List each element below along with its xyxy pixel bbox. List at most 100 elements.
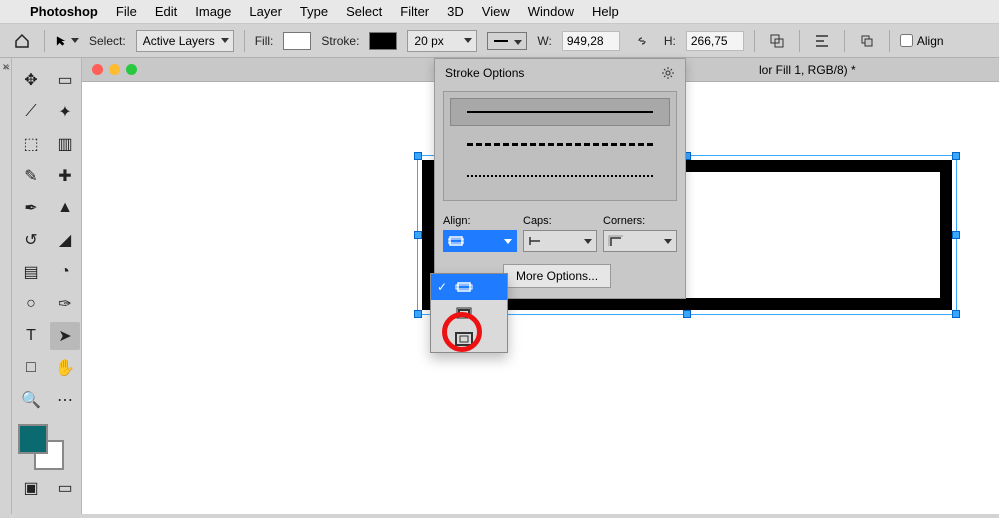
path-arrangement-button[interactable]: [855, 29, 879, 53]
path-operations-button[interactable]: [765, 29, 789, 53]
pen-tool[interactable]: ✑: [50, 290, 80, 318]
edit-toolbar[interactable]: ⋯: [50, 386, 80, 414]
caps-label: Caps:: [523, 215, 597, 227]
more-options-button[interactable]: More Options...: [503, 264, 611, 288]
stroke-align-dropdown[interactable]: [443, 230, 517, 252]
handle-top-right[interactable]: [952, 152, 960, 160]
stroke-caps-dropdown[interactable]: [523, 230, 597, 252]
eyedropper-tool[interactable]: ✎: [16, 162, 46, 190]
stroke-options-panel: Stroke Options Align: Caps:: [434, 58, 686, 299]
move-tool[interactable]: ✥: [16, 66, 46, 94]
history-brush-tool[interactable]: ↺: [16, 226, 46, 254]
link-wh-button[interactable]: [630, 29, 654, 53]
cursor-icon: [55, 34, 68, 48]
path-alignment-button[interactable]: [810, 29, 834, 53]
menu-type[interactable]: Type: [300, 4, 328, 19]
window-close-button[interactable]: [92, 64, 103, 75]
healing-brush-tool[interactable]: ✚: [50, 162, 80, 190]
select-label: Select:: [89, 34, 126, 48]
gear-icon: [661, 66, 675, 80]
handle-mid-right[interactable]: [952, 231, 960, 239]
stroke-style-dashed[interactable]: [450, 130, 670, 158]
window-zoom-button[interactable]: [126, 64, 137, 75]
menu-edit[interactable]: Edit: [155, 4, 177, 19]
fill-swatch[interactable]: [283, 32, 311, 50]
handle-bottom-right[interactable]: [952, 310, 960, 318]
foreground-swatch[interactable]: [18, 424, 48, 454]
eraser-tool[interactable]: ◢: [50, 226, 80, 254]
document-title: lor Fill 1, RGB/8) *: [759, 63, 856, 77]
panel-titlebar: Stroke Options: [435, 59, 685, 87]
clone-stamp-tool[interactable]: ▲: [50, 194, 80, 222]
chevron-down-icon: [664, 239, 672, 244]
select-mode-value: Active Layers: [143, 34, 215, 48]
panel-collapse-button[interactable]: ‹‹: [3, 62, 10, 73]
panel-title: Stroke Options: [445, 66, 524, 80]
separator: [244, 30, 245, 52]
chevron-down-icon: [71, 38, 79, 43]
app-name[interactable]: Photoshop: [30, 4, 98, 19]
align-icon: [814, 33, 830, 49]
cap-butt-icon: [528, 235, 544, 247]
select-mode-dropdown[interactable]: Active Layers: [136, 30, 234, 52]
menu-select[interactable]: Select: [346, 4, 382, 19]
hand-tool[interactable]: ✋: [50, 354, 80, 382]
status-bar: [0, 514, 999, 518]
stroke-label: Stroke:: [321, 34, 359, 48]
magic-wand-tool[interactable]: ✦: [50, 98, 80, 126]
align-option-center[interactable]: ✓: [431, 274, 507, 300]
fill-label: Fill:: [255, 34, 274, 48]
menu-help[interactable]: Help: [592, 4, 619, 19]
quick-mask-button[interactable]: ▣: [16, 474, 46, 502]
separator: [754, 30, 755, 52]
tool-preset-picker[interactable]: [55, 29, 79, 53]
height-input[interactable]: [686, 31, 744, 51]
rectangle-tool[interactable]: □: [16, 354, 46, 382]
menu-view[interactable]: View: [482, 4, 510, 19]
stroke-style-list: [443, 91, 677, 201]
panel-menu-button[interactable]: [661, 66, 675, 80]
stroke-style-dropdown[interactable]: [487, 32, 527, 50]
align-edges-label: Align: [917, 34, 944, 48]
solid-line-icon: [467, 111, 652, 113]
screen-mode-button[interactable]: ▭: [50, 474, 80, 502]
align-edges-checkbox[interactable]: [900, 34, 913, 47]
stroke-width-dropdown[interactable]: 20 px: [407, 30, 477, 52]
handle-bottom-left[interactable]: [414, 310, 422, 318]
menu-layer[interactable]: Layer: [249, 4, 282, 19]
align-option-inside[interactable]: [431, 300, 507, 326]
align-edges-checkbox-wrap[interactable]: Align: [900, 34, 944, 48]
window-minimize-button[interactable]: [109, 64, 120, 75]
stroke-corners-dropdown[interactable]: [603, 230, 677, 252]
menu-image[interactable]: Image: [195, 4, 231, 19]
stroke-style-dotted[interactable]: [450, 162, 670, 190]
handle-bottom-mid[interactable]: [683, 310, 691, 318]
lasso-tool[interactable]: ⟋: [16, 98, 46, 126]
crop-tool[interactable]: ⬚: [16, 130, 46, 158]
stroke-swatch[interactable]: [369, 32, 397, 50]
brush-tool[interactable]: ✒: [16, 194, 46, 222]
handle-mid-left[interactable]: [414, 231, 422, 239]
zoom-tool[interactable]: 🔍: [16, 386, 46, 414]
marquee-tool[interactable]: ▭: [50, 66, 80, 94]
path-selection-tool[interactable]: ➤: [50, 322, 80, 350]
blur-tool[interactable]: ◔: [50, 258, 80, 286]
separator: [44, 30, 45, 52]
stroke-style-solid[interactable]: [450, 98, 670, 126]
menu-file[interactable]: File: [116, 4, 137, 19]
gradient-tool[interactable]: ▤: [16, 258, 46, 286]
menu-filter[interactable]: Filter: [400, 4, 429, 19]
frame-tool[interactable]: ▥: [50, 130, 80, 158]
type-tool[interactable]: T: [16, 322, 46, 350]
combine-shapes-icon: [769, 33, 785, 49]
stroke-align-popout: ✓: [430, 273, 508, 353]
height-label: H:: [664, 34, 676, 48]
width-input[interactable]: [562, 31, 620, 51]
menu-window[interactable]: Window: [528, 4, 574, 19]
home-button[interactable]: [10, 29, 34, 53]
handle-top-left[interactable]: [414, 152, 422, 160]
dotted-line-icon: [467, 175, 652, 177]
align-option-outside[interactable]: [431, 326, 507, 352]
dodge-tool[interactable]: ○: [16, 290, 46, 318]
menu-3d[interactable]: 3D: [447, 4, 464, 19]
